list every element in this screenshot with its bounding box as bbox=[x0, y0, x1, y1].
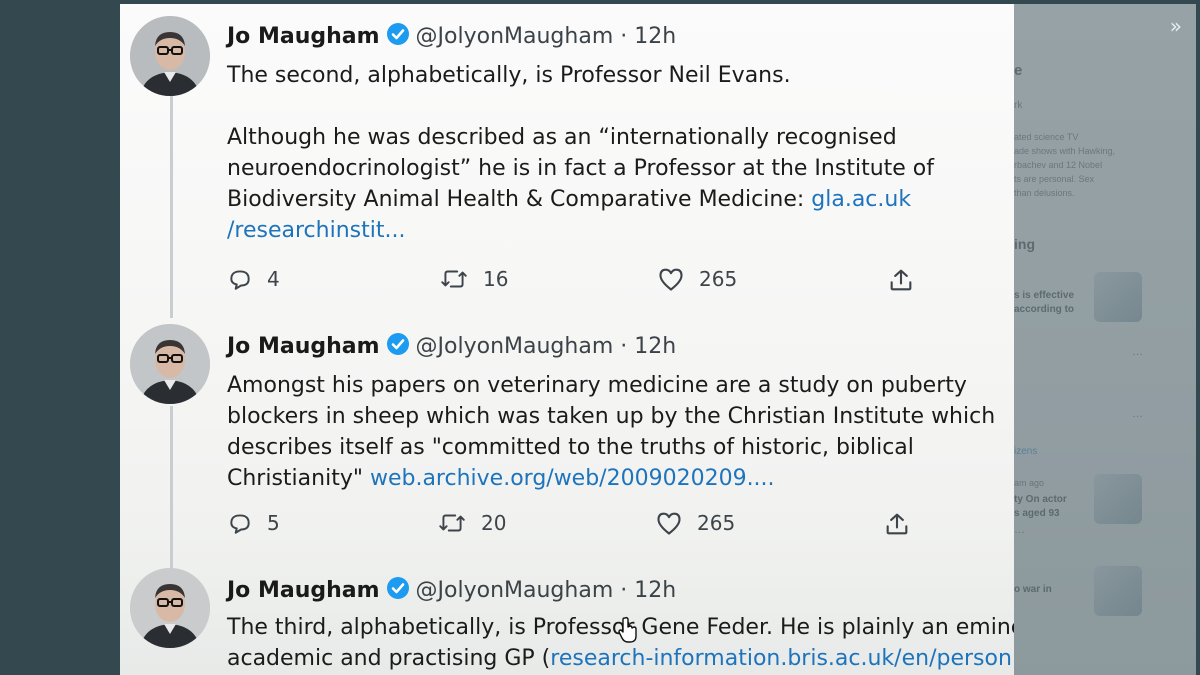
author-name[interactable]: Jo Maugham bbox=[227, 334, 380, 359]
sidebar-fragment: … bbox=[1132, 408, 1143, 420]
sidebar-fragment: rbachev and 12 Nobel bbox=[1014, 160, 1103, 170]
avatar[interactable] bbox=[130, 16, 210, 96]
like-count: 265 bbox=[699, 267, 738, 291]
thread-connector bbox=[170, 96, 173, 318]
tweet-paragraph: The second, alphabetically, is Professor… bbox=[227, 63, 791, 88]
sidebar-fragment: ated science TV bbox=[1014, 132, 1079, 142]
verified-badge-icon bbox=[386, 332, 410, 362]
heart-icon bbox=[657, 512, 681, 535]
sidebar-fragment: than delusions. bbox=[1014, 188, 1075, 198]
tweet-actions: 4 16 265 bbox=[227, 266, 927, 296]
timestamp[interactable]: 12h bbox=[634, 334, 676, 359]
avatar[interactable] bbox=[130, 568, 210, 648]
sidebar-fragment: ty On actor bbox=[1014, 494, 1067, 505]
timestamp[interactable]: 12h bbox=[634, 24, 676, 49]
sidebar-fragment: o war in bbox=[1014, 584, 1052, 595]
double-chevron-right-icon[interactable]: » bbox=[1170, 14, 1182, 38]
sidebar-fragment: … bbox=[1132, 346, 1143, 358]
like-button[interactable]: 265 bbox=[657, 266, 737, 292]
author-name[interactable]: Jo Maugham bbox=[227, 24, 380, 49]
news-thumbnail[interactable] bbox=[1094, 272, 1142, 322]
retweet-icon bbox=[439, 514, 465, 532]
author-name[interactable]: Jo Maugham bbox=[227, 578, 380, 603]
reply-button[interactable]: 5 bbox=[227, 510, 280, 536]
hand-cursor-icon bbox=[618, 616, 637, 643]
sidebar-fragment: ing bbox=[1014, 236, 1035, 252]
share-icon bbox=[886, 513, 908, 535]
sidebar-fragment: e bbox=[1014, 62, 1023, 79]
sidebar-fragment: ade shows with Hawking, bbox=[1014, 146, 1116, 156]
tweet-thread-screen: Jo Maugham @JolyonMaugham · 12h The secon… bbox=[120, 4, 1014, 675]
tweet-text: The second, alphabetically, is Professor… bbox=[227, 60, 1014, 246]
sidebar-fragment: rk bbox=[1014, 100, 1023, 111]
news-thumbnail[interactable] bbox=[1094, 566, 1142, 616]
timestamp[interactable]: 12h bbox=[634, 578, 676, 603]
retweet-button[interactable]: 20 bbox=[437, 510, 506, 536]
author-handle[interactable]: @JolyonMaugham bbox=[416, 578, 614, 603]
share-icon bbox=[890, 269, 912, 291]
retweet-count: 16 bbox=[483, 267, 509, 291]
avatar[interactable] bbox=[130, 324, 210, 404]
right-sidebar: e rk ated science TV ade shows with Hawk… bbox=[1014, 4, 1196, 675]
sidebar-fragment: … bbox=[1014, 524, 1025, 536]
tweet-link[interactable]: research-information.bris.ac.uk/en/perso… bbox=[550, 646, 1012, 671]
thread-connector bbox=[170, 406, 173, 568]
sidebar-fragment: s aged 93 bbox=[1014, 508, 1060, 519]
news-thumbnail[interactable] bbox=[1094, 474, 1142, 524]
heart-icon bbox=[659, 268, 683, 291]
sidebar-fragment: am ago bbox=[1014, 478, 1045, 488]
sidebar-fragment: ts are personal. Sex bbox=[1014, 174, 1095, 184]
separator-dot: · bbox=[620, 578, 628, 603]
share-button[interactable] bbox=[887, 266, 915, 294]
sidebar-fragment: according to bbox=[1014, 304, 1075, 315]
tweet-line: academic and practising GP ( bbox=[227, 646, 551, 671]
separator-dot: · bbox=[620, 334, 628, 359]
retweet-count: 20 bbox=[481, 511, 507, 535]
share-button[interactable] bbox=[883, 510, 911, 538]
reply-icon bbox=[230, 514, 250, 534]
like-count: 265 bbox=[697, 511, 736, 535]
reply-icon bbox=[230, 270, 250, 290]
reply-count: 5 bbox=[267, 511, 280, 535]
like-button[interactable]: 265 bbox=[655, 510, 735, 536]
separator-dot: · bbox=[620, 24, 628, 49]
author-handle[interactable]: @JolyonMaugham bbox=[416, 334, 614, 359]
verified-badge-icon bbox=[386, 22, 410, 52]
retweet-icon bbox=[441, 270, 467, 288]
sidebar-fragment: izens bbox=[1014, 446, 1038, 457]
retweet-button[interactable]: 16 bbox=[439, 266, 508, 292]
author-handle[interactable]: @JolyonMaugham bbox=[416, 24, 614, 49]
reply-count: 4 bbox=[267, 267, 280, 291]
reply-button[interactable]: 4 bbox=[227, 266, 280, 292]
verified-badge-icon bbox=[386, 576, 410, 606]
tweet-actions: 5 20 265 bbox=[227, 510, 927, 540]
tweet-text: Amongst his papers on veterinary medicin… bbox=[227, 370, 1007, 494]
tweet-link[interactable]: web.archive.org/web/2009020209.... bbox=[370, 466, 775, 491]
sidebar-fragment: s is effective bbox=[1014, 290, 1075, 301]
